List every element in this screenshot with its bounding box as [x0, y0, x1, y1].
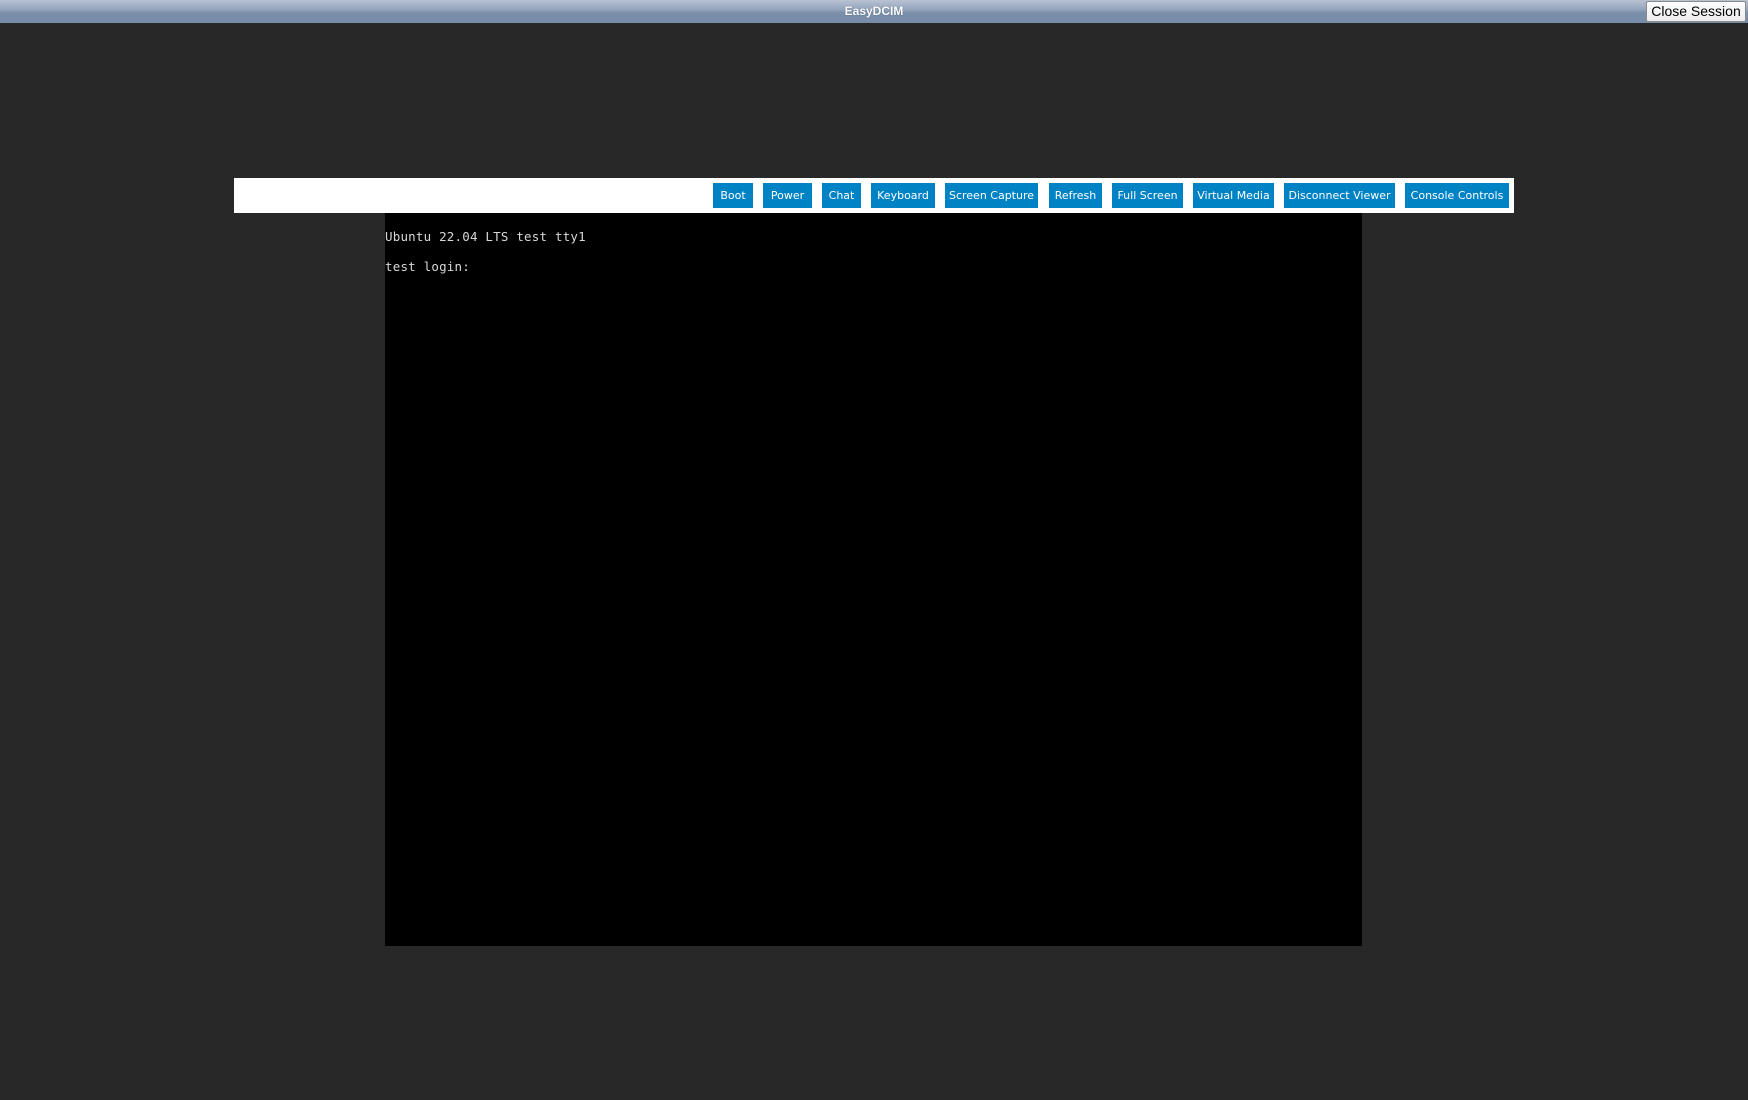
- disconnect-viewer-button[interactable]: Disconnect Viewer: [1284, 183, 1395, 208]
- boot-button[interactable]: Boot: [713, 183, 753, 208]
- chat-button[interactable]: Chat: [822, 183, 861, 208]
- remote-console-screen[interactable]: Ubuntu 22.04 LTS test tty1 test login:: [385, 213, 1362, 946]
- console-banner-line: Ubuntu 22.04 LTS test tty1: [385, 229, 586, 244]
- console-toolbar: Boot Power Chat Keyboard Screen Capture …: [234, 178, 1514, 213]
- window-title: EasyDCIM: [844, 4, 904, 18]
- power-button[interactable]: Power: [763, 183, 812, 208]
- virtual-media-button[interactable]: Virtual Media: [1193, 183, 1274, 208]
- title-bar: EasyDCIM Close Session: [0, 0, 1748, 23]
- keyboard-button[interactable]: Keyboard: [871, 183, 935, 208]
- close-session-button[interactable]: Close Session: [1646, 1, 1746, 22]
- console-login-prompt: test login:: [385, 259, 470, 274]
- full-screen-button[interactable]: Full Screen: [1112, 183, 1183, 208]
- console-controls-button[interactable]: Console Controls: [1405, 183, 1509, 208]
- screen-capture-button[interactable]: Screen Capture: [945, 183, 1038, 208]
- refresh-button[interactable]: Refresh: [1049, 183, 1102, 208]
